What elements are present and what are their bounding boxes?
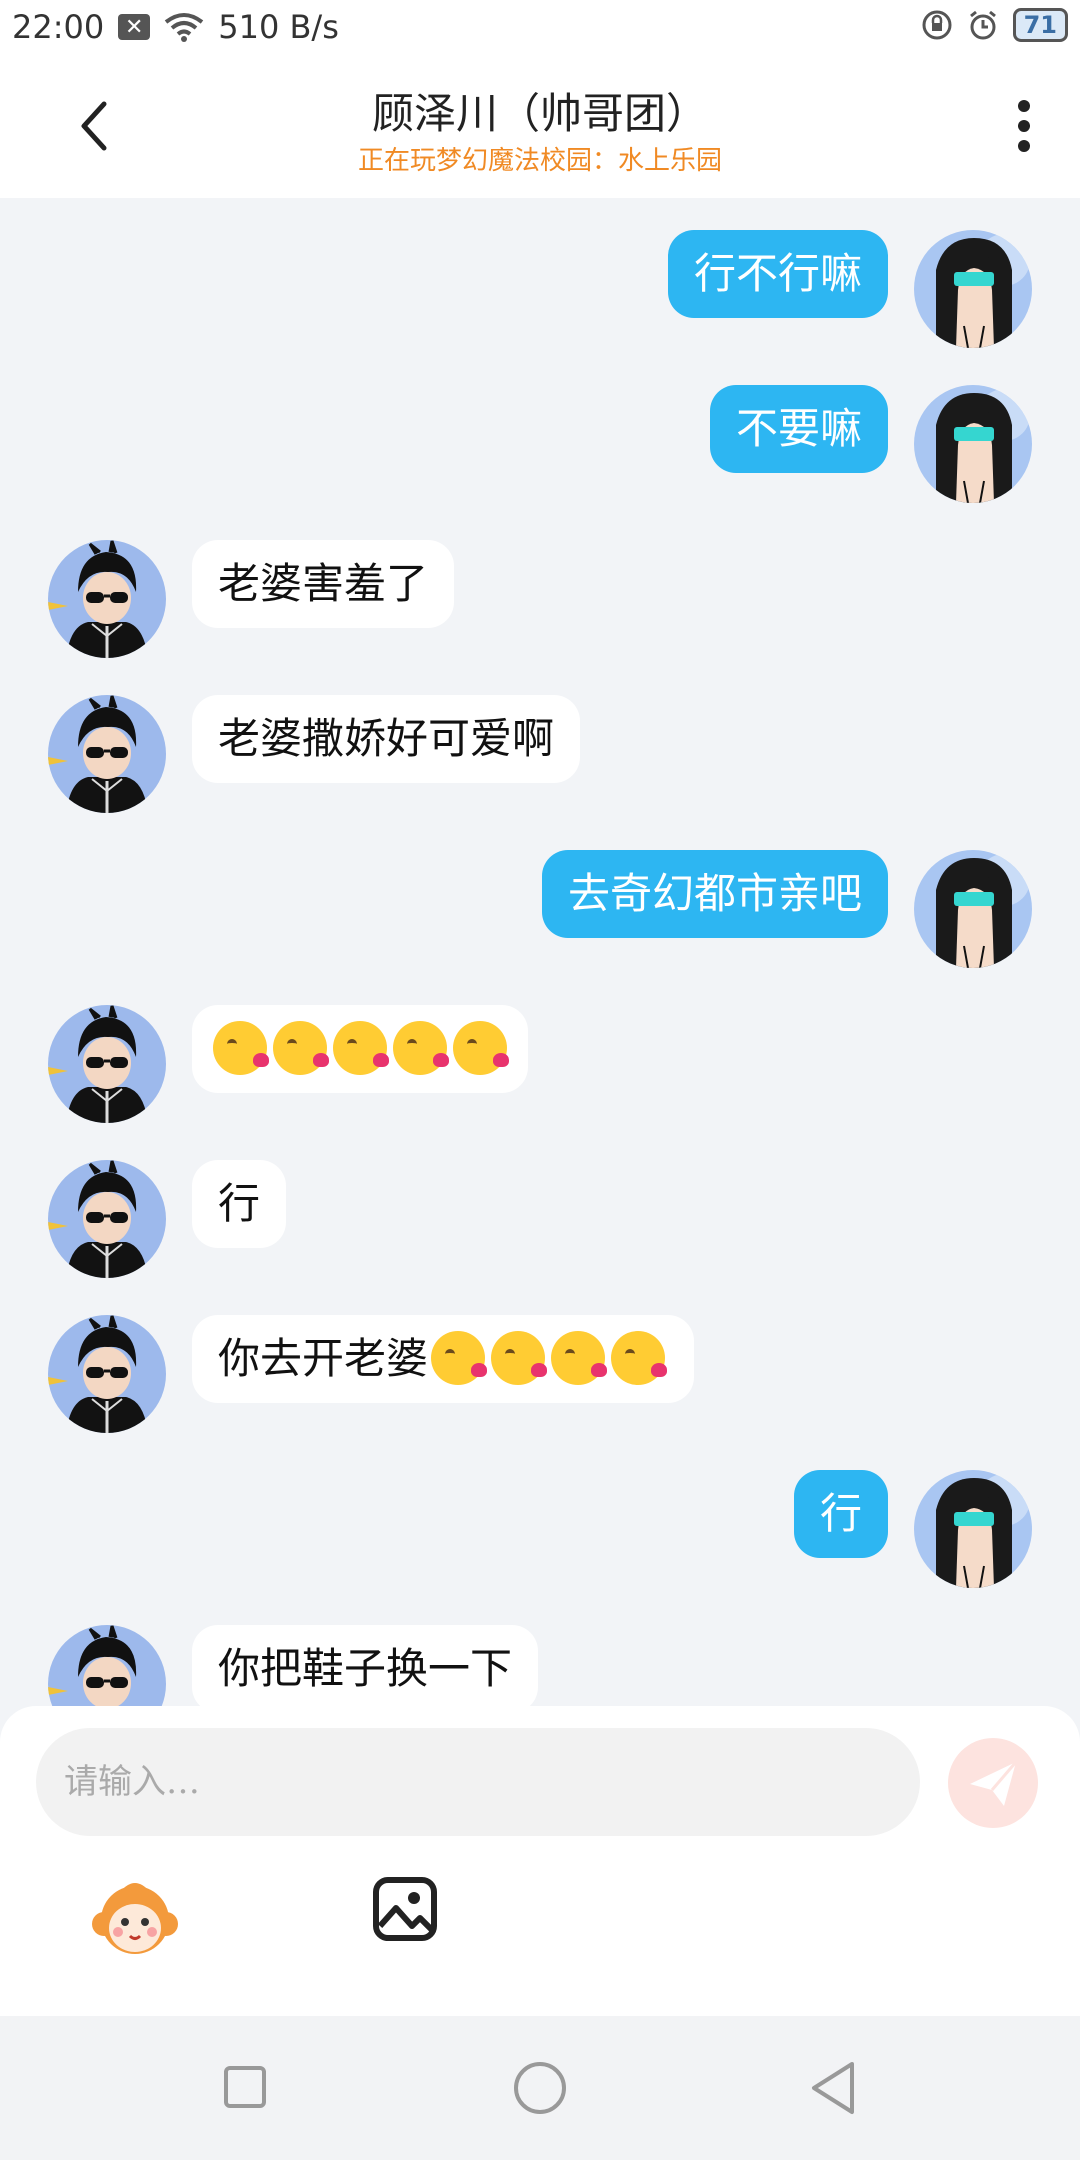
message-row: 老婆撒娇好可爱啊: [0, 693, 1080, 813]
my-avatar[interactable]: [914, 850, 1032, 968]
battery-indicator: 71: [1012, 8, 1068, 42]
send-icon: [970, 1761, 1018, 1806]
message-row: 去奇幻都市亲吧: [0, 848, 1080, 968]
recent-apps-button[interactable]: [224, 2066, 266, 2108]
home-button[interactable]: [514, 2062, 566, 2114]
my-avatar[interactable]: [914, 230, 1032, 348]
message-bubble-sent[interactable]: 行不行嘛: [667, 230, 888, 318]
kissing-face-emoji-icon: [611, 1331, 668, 1385]
contact-avatar[interactable]: [48, 1315, 166, 1433]
contact-avatar[interactable]: [48, 540, 166, 658]
status-bar: 22:00 ✕ 510 B/s 71: [0, 0, 1080, 56]
message-bubble-sent[interactable]: 行: [793, 1470, 888, 1558]
notification-icon: ✕: [118, 14, 151, 40]
message-bubble-sent[interactable]: 不要嘛: [709, 385, 888, 473]
contact-avatar[interactable]: [48, 1160, 166, 1278]
message-bubble-received[interactable]: 行: [192, 1160, 287, 1248]
kissing-face-emoji-icon: [453, 1021, 509, 1075]
status-time: 22:00: [12, 8, 105, 46]
message-row: 行: [0, 1468, 1080, 1588]
lock-rotation-icon: [922, 10, 952, 40]
message-row: 你把鞋子换一下: [0, 1623, 1080, 1706]
my-avatar[interactable]: [914, 385, 1032, 503]
message-bubble-received[interactable]: 你把鞋子换一下: [192, 1625, 539, 1706]
message-bubble-received[interactable]: [192, 1005, 528, 1093]
system-back-button[interactable]: [808, 2060, 858, 2116]
network-speed: 510 B/s: [218, 8, 339, 46]
kissing-face-emoji-icon: [551, 1331, 608, 1385]
alarm-icon: [969, 10, 996, 40]
contact-avatar[interactable]: [48, 695, 166, 813]
message-composer: [0, 1706, 1080, 2016]
image-icon[interactable]: [372, 1876, 438, 1942]
message-bubble-received[interactable]: 老婆害羞了: [192, 540, 455, 628]
message-bubble-received[interactable]: 老婆撒娇好可爱啊: [192, 695, 581, 783]
message-row: 不要嘛: [0, 383, 1080, 503]
message-row: 老婆害羞了: [0, 538, 1080, 658]
send-button[interactable]: [948, 1738, 1038, 1828]
message-row: 行不行嘛: [0, 228, 1080, 348]
message-input[interactable]: [36, 1728, 920, 1836]
kissing-face-emoji-icon: [273, 1021, 329, 1075]
chat-status: 正在玩梦幻魔法校园：水上乐园: [357, 146, 722, 176]
wifi-icon: [164, 13, 204, 42]
monkey-emoji-icon[interactable]: [90, 1874, 180, 1964]
message-row: [0, 1003, 1080, 1123]
chat-header: 顾泽川（帅哥团） 正在玩梦幻魔法校园：水上乐园: [0, 56, 1080, 198]
my-avatar[interactable]: [914, 1470, 1032, 1588]
contact-avatar[interactable]: [48, 1625, 166, 1706]
kissing-face-emoji-icon: [431, 1331, 488, 1385]
more-vertical-icon[interactable]: [1014, 96, 1034, 156]
contact-avatar[interactable]: [48, 1005, 166, 1123]
message-bubble-received[interactable]: 你去开老婆: [192, 1315, 695, 1403]
message-bubble-sent[interactable]: 去奇幻都市亲吧: [541, 850, 888, 938]
message-row: 行: [0, 1158, 1080, 1278]
message-row: 你去开老婆: [0, 1313, 1080, 1433]
kissing-face-emoji-icon: [333, 1021, 389, 1075]
kissing-face-emoji-icon: [213, 1021, 269, 1075]
system-nav-bar: [0, 2016, 1080, 2160]
kissing-face-emoji-icon: [393, 1021, 449, 1075]
kissing-face-emoji-icon: [491, 1331, 548, 1385]
chat-title: 顾泽川（帅哥团）: [371, 89, 708, 138]
chat-message-list[interactable]: 行不行嘛 不要嘛 老婆害羞了 老婆撒娇好可爱啊 去奇幻都市亲吧 行 你去开老婆 …: [0, 198, 1080, 1706]
